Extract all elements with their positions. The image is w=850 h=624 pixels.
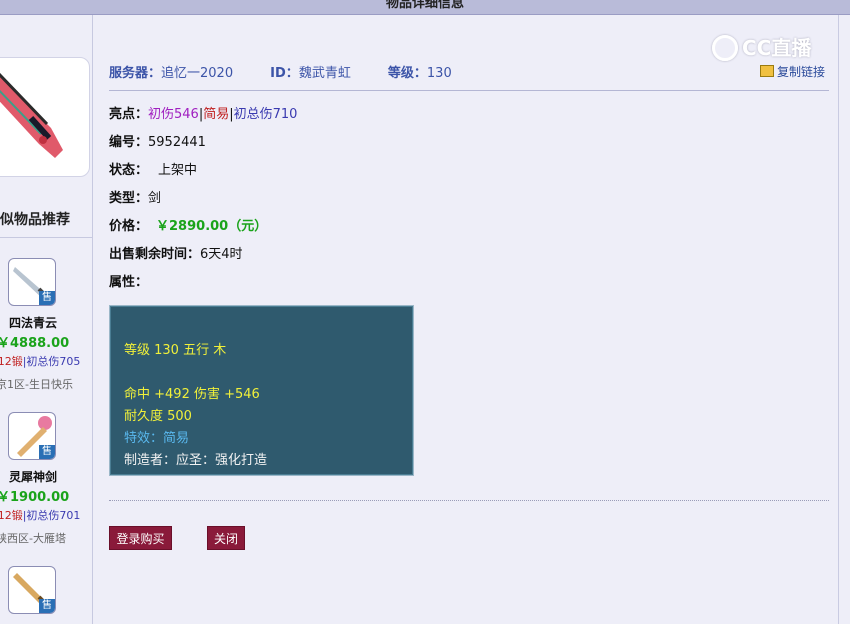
attr-durability: 耐久度 500: [124, 409, 192, 424]
recommend-item-icon[interactable]: 售: [8, 258, 56, 306]
type-value: 剑: [148, 191, 162, 206]
type-label: 类型：: [109, 191, 149, 206]
right-divider: [838, 15, 839, 624]
recommend-item-icon[interactable]: 售: [8, 566, 56, 614]
status-row: 状态： 上架中: [109, 159, 197, 178]
id-value: 魏武青虹: [298, 66, 351, 81]
level-value: 130: [426, 66, 452, 81]
divider: [0, 237, 93, 238]
status-label: 状态：: [109, 163, 149, 178]
remaining-time-label: 出售剩余时间：: [109, 247, 201, 262]
attr-level: 等级 130 五行 木: [124, 343, 227, 358]
number-value: 5952441: [148, 135, 206, 150]
attributes-label: 属性：: [109, 275, 149, 290]
remaining-time-row: 出售剩余时间：6天4时: [109, 243, 243, 262]
watermark-logo: CC直播: [712, 32, 811, 61]
link-icon: [760, 65, 774, 77]
item-image: [0, 57, 90, 177]
tag: |12锻: [0, 509, 23, 522]
logo-ring-icon: [712, 35, 738, 61]
sell-badge: 售: [39, 291, 55, 305]
item-header: 服务器：追忆一2020 ID：魏武青虹 等级：130: [109, 62, 829, 81]
id-label: ID：: [270, 66, 299, 81]
left-panel: 相似物品推荐 售 四法青云 ￥4888.00 |12锻|初总伤705 京1区-生…: [0, 15, 93, 624]
number-row: 编号：5952441: [109, 131, 206, 150]
sword-icon: [0, 72, 63, 158]
logo-text: CC直播: [742, 36, 812, 60]
highlight-label: 亮点：: [109, 107, 149, 122]
attributes-row: 属性：: [109, 271, 148, 290]
page-title: 物品详细信息: [385, 0, 464, 11]
recommend-item-tags: |12锻|初总伤701: [0, 507, 80, 523]
price-label: 价格：: [109, 219, 149, 234]
attr-effect: 特效：简易: [124, 431, 190, 446]
tag: |12锻: [0, 355, 23, 368]
title-bar: 物品详细信息: [0, 0, 850, 15]
remaining-time-value: 6天4时: [200, 247, 243, 262]
highlight-row: 亮点：初伤546|简易|初总伤710: [109, 103, 297, 122]
type-row: 类型：剑: [109, 187, 161, 206]
highlight-tag: 初伤546: [148, 107, 199, 122]
sell-badge: 售: [39, 599, 55, 613]
number-label: 编号：: [109, 135, 149, 150]
recommend-item-tags: |12锻|初总伤705: [0, 353, 80, 369]
recommend-title: 相似物品推荐: [0, 212, 70, 228]
price-row: 价格： ￥2890.00（元）: [109, 215, 267, 234]
recommend-item-name[interactable]: 灵犀神剑: [0, 468, 66, 485]
divider: [109, 90, 829, 91]
recommend-item-price: ￥4888.00: [0, 336, 70, 351]
attributes-panel: 等级 130 五行 木 命中 +492 伤害 +546 耐久度 500 特效：简…: [109, 305, 414, 476]
recommend-item-server: 京1区-生日快乐: [0, 378, 73, 391]
sell-badge: 售: [39, 445, 55, 459]
tag: |初总伤701: [22, 509, 81, 522]
server-value: 追忆一2020: [161, 66, 234, 81]
attr-maker: 制造者：应圣：强化打造: [124, 453, 268, 468]
recommend-item-name[interactable]: 四法青云: [0, 314, 66, 331]
login-buy-button[interactable]: 登录购买: [109, 526, 172, 550]
level-label: 等级：: [387, 66, 427, 81]
recommend-item-server: 陕西区-大雁塔: [0, 532, 66, 545]
recommend-item-price: ￥1900.00: [0, 490, 70, 505]
highlight-tag: 初总伤710: [233, 107, 298, 122]
recommend-item-icon[interactable]: 售: [8, 412, 56, 460]
tag: |初总伤705: [22, 355, 81, 368]
highlight-tag: 简易: [203, 107, 230, 122]
server-label: 服务器：: [109, 66, 162, 81]
copy-link-label: 复制链接: [777, 65, 826, 79]
close-button[interactable]: 关闭: [207, 526, 245, 550]
copy-link-button[interactable]: 复制链接: [760, 63, 825, 80]
price-value: ￥2890.00（元）: [156, 219, 268, 234]
attr-hit-damage: 命中 +492 伤害 +546: [124, 387, 260, 402]
divider: [109, 500, 829, 501]
status-value: 上架中: [158, 163, 198, 178]
